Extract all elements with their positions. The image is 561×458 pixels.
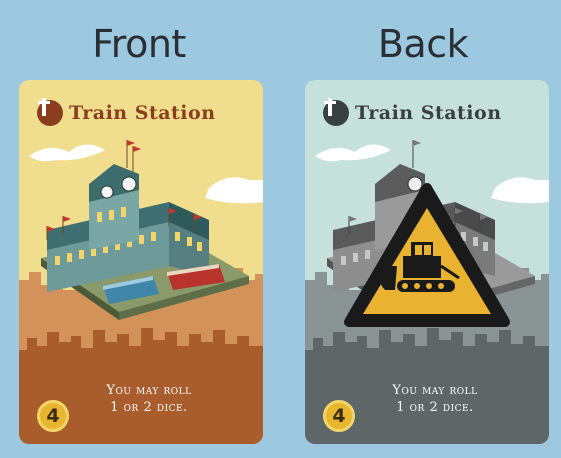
card-rule-text: You may roll 1 or 2 dice. [345,382,525,416]
rule-line-2: 1 or 2 dice. [110,400,188,415]
rule-line-1: You may roll [106,383,192,398]
back-label: Back [377,22,469,66]
card-rule-text: You may roll 1 or 2 dice. [59,382,239,416]
card-title-row: Train Station [323,98,502,128]
cost-coin: 4 [323,400,355,432]
front-card: Train Station You may roll 1 or 2 dice. … [19,80,263,444]
cost-coin: 4 [37,400,69,432]
rule-line-2: 1 or 2 dice. [396,400,474,415]
card-title: Train Station [355,102,502,124]
front-label: Front [92,22,186,66]
card-title: Train Station [69,102,216,124]
rule-line-1: You may roll [392,383,478,398]
back-card: Train Station You may roll 1 or 2 dice. … [305,80,549,444]
tower-icon [37,98,63,126]
tower-icon [323,98,349,126]
card-title-row: Train Station [37,98,216,128]
